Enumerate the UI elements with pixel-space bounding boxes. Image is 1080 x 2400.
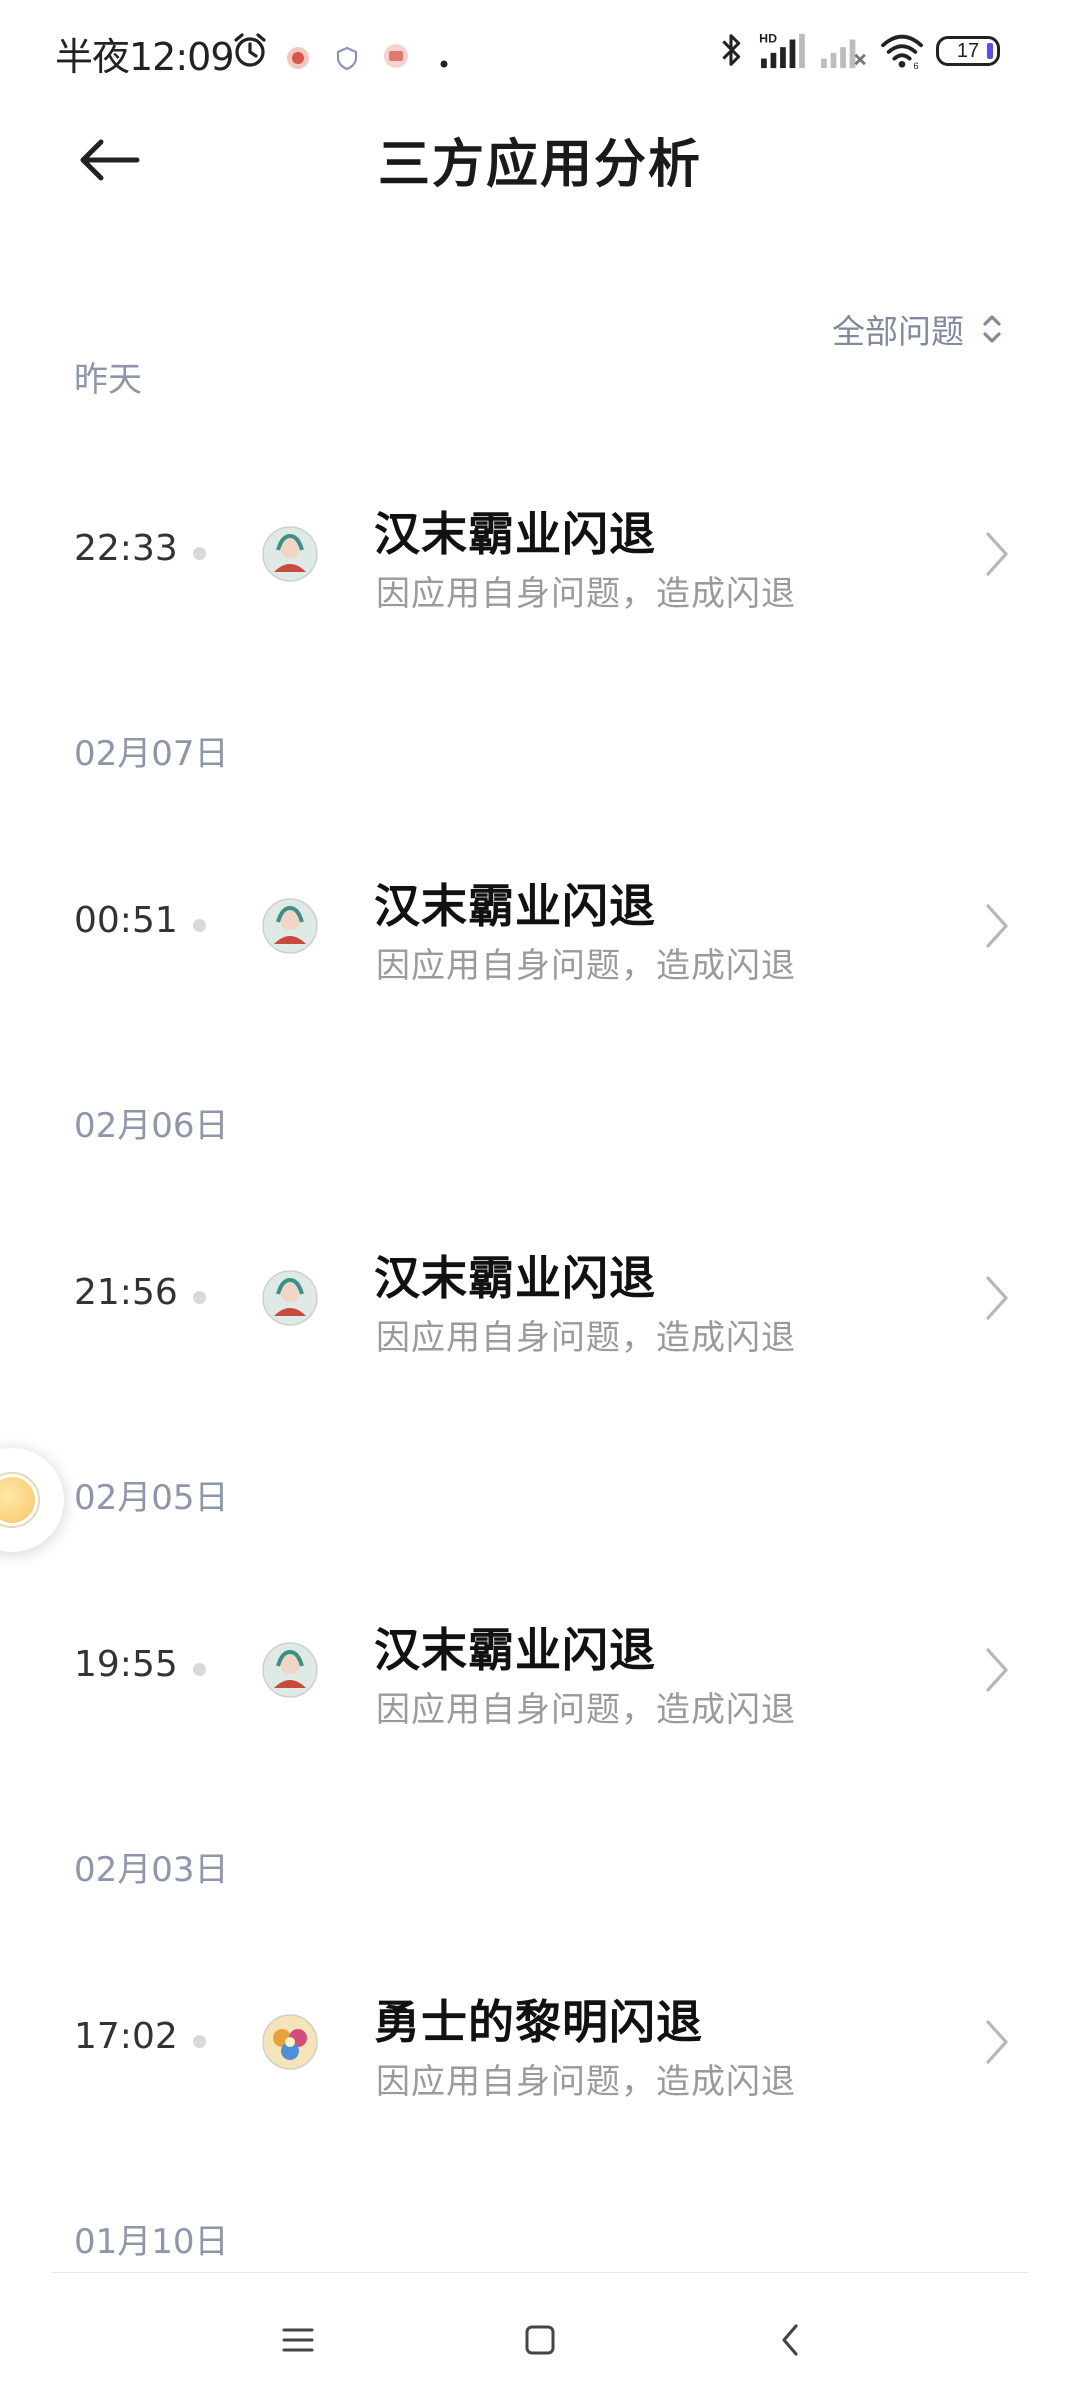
app-icon-hanmo bbox=[262, 898, 318, 954]
record-subtitle: 因应用自身问题，造成闪退 bbox=[376, 574, 796, 614]
timeline-dot bbox=[193, 1291, 206, 1304]
chevron-right-icon bbox=[986, 904, 1008, 948]
problem-filter-dropdown[interactable]: 全部问题 bbox=[832, 305, 1004, 353]
timeline-dot bbox=[193, 547, 206, 560]
chevron-right-icon bbox=[986, 1276, 1008, 1320]
record-time: 17:02 bbox=[74, 2016, 178, 2057]
record-subtitle: 因应用自身问题，造成闪退 bbox=[376, 946, 796, 986]
timeline-dot bbox=[193, 2035, 206, 2048]
signal-hd-icon: HD bbox=[759, 31, 805, 69]
shield-notification-icon bbox=[336, 46, 358, 71]
timeline-dot bbox=[193, 919, 206, 932]
date-header: 02月07日 bbox=[74, 734, 229, 774]
assistant-ball-icon bbox=[0, 1474, 38, 1526]
app-notification-icon bbox=[287, 47, 309, 69]
app-icon-yongshi bbox=[262, 2014, 318, 2070]
battery-fill bbox=[987, 43, 993, 59]
chevron-right-icon bbox=[986, 2020, 1008, 2064]
page-title: 三方应用分析 bbox=[377, 135, 702, 195]
record-time: 22:33 bbox=[74, 528, 178, 569]
chevron-right-icon bbox=[986, 1648, 1008, 1692]
alarm-icon bbox=[234, 33, 266, 67]
home-button[interactable] bbox=[500, 2300, 580, 2380]
crash-record-row[interactable]: 22:33 汉末霸业闪退 因应用自身问题，造成闪退 bbox=[0, 478, 1080, 628]
date-header: 01月10日 bbox=[74, 2222, 229, 2262]
wifi-icon: 6 bbox=[881, 34, 923, 70]
app-notification-icon bbox=[384, 44, 408, 68]
record-time: 21:56 bbox=[74, 1272, 178, 1313]
sort-updown-icon bbox=[983, 315, 1001, 343]
record-subtitle: 因应用自身问题，造成闪退 bbox=[376, 1318, 796, 1358]
record-time: 00:51 bbox=[74, 900, 178, 941]
record-subtitle: 因应用自身问题，造成闪退 bbox=[376, 2062, 796, 2102]
record-title: 汉末霸业闪退 bbox=[374, 879, 656, 933]
record-subtitle: 因应用自身问题，造成闪退 bbox=[376, 1690, 796, 1730]
floating-assistant-ball[interactable] bbox=[0, 1448, 64, 1552]
svg-text:6: 6 bbox=[913, 61, 918, 70]
record-title: 汉末霸业闪退 bbox=[374, 1623, 656, 1677]
date-header: 02月03日 bbox=[74, 1850, 229, 1890]
date-header: 02月06日 bbox=[74, 1106, 229, 1146]
filter-label: 全部问题 bbox=[832, 312, 964, 351]
battery-icon: 17 bbox=[936, 36, 1000, 66]
status-bar: 半夜12:09 HD 6 17 bbox=[0, 0, 1080, 100]
app-icon-hanmo bbox=[262, 1642, 318, 1698]
svg-text:HD: HD bbox=[759, 31, 777, 45]
battery-level: 17 bbox=[956, 39, 980, 62]
menu-icon bbox=[282, 2328, 314, 2352]
crash-record-row[interactable]: 19:55 汉末霸业闪退 因应用自身问题，造成闪退 bbox=[0, 1594, 1080, 1744]
system-back-button[interactable] bbox=[750, 2300, 830, 2380]
crash-record-row[interactable]: 21:56 汉末霸业闪退 因应用自身问题，造成闪退 bbox=[0, 1222, 1080, 1372]
bluetooth-icon bbox=[722, 34, 741, 66]
crash-record-row[interactable]: 00:51 汉末霸业闪退 因应用自身问题，造成闪退 bbox=[0, 850, 1080, 1000]
chevron-right-icon bbox=[986, 532, 1008, 576]
date-header: 02月05日 bbox=[74, 1478, 229, 1518]
record-time: 19:55 bbox=[74, 1644, 178, 1685]
timeline-dot bbox=[193, 1663, 206, 1676]
system-nav-bar bbox=[0, 2280, 1080, 2400]
recents-button[interactable] bbox=[258, 2300, 338, 2380]
app-icon-hanmo bbox=[262, 526, 318, 582]
app-icon-hanmo bbox=[262, 1270, 318, 1326]
signal-no-service-icon bbox=[821, 39, 866, 69]
crash-record-row[interactable]: 17:02 勇士的黎明闪退 因应用自身问题，造成闪退 bbox=[0, 1966, 1080, 2116]
record-title: 汉末霸业闪退 bbox=[374, 507, 656, 561]
record-title: 汉末霸业闪退 bbox=[374, 1251, 656, 1305]
status-time: 半夜12:09 bbox=[55, 35, 235, 79]
nav-divider bbox=[52, 2272, 1028, 2273]
home-icon bbox=[525, 2325, 555, 2355]
record-title: 勇士的黎明闪退 bbox=[374, 1995, 703, 2049]
more-dot-icon bbox=[440, 60, 448, 68]
back-icon bbox=[782, 2324, 798, 2356]
date-header: 昨天 bbox=[74, 360, 142, 400]
